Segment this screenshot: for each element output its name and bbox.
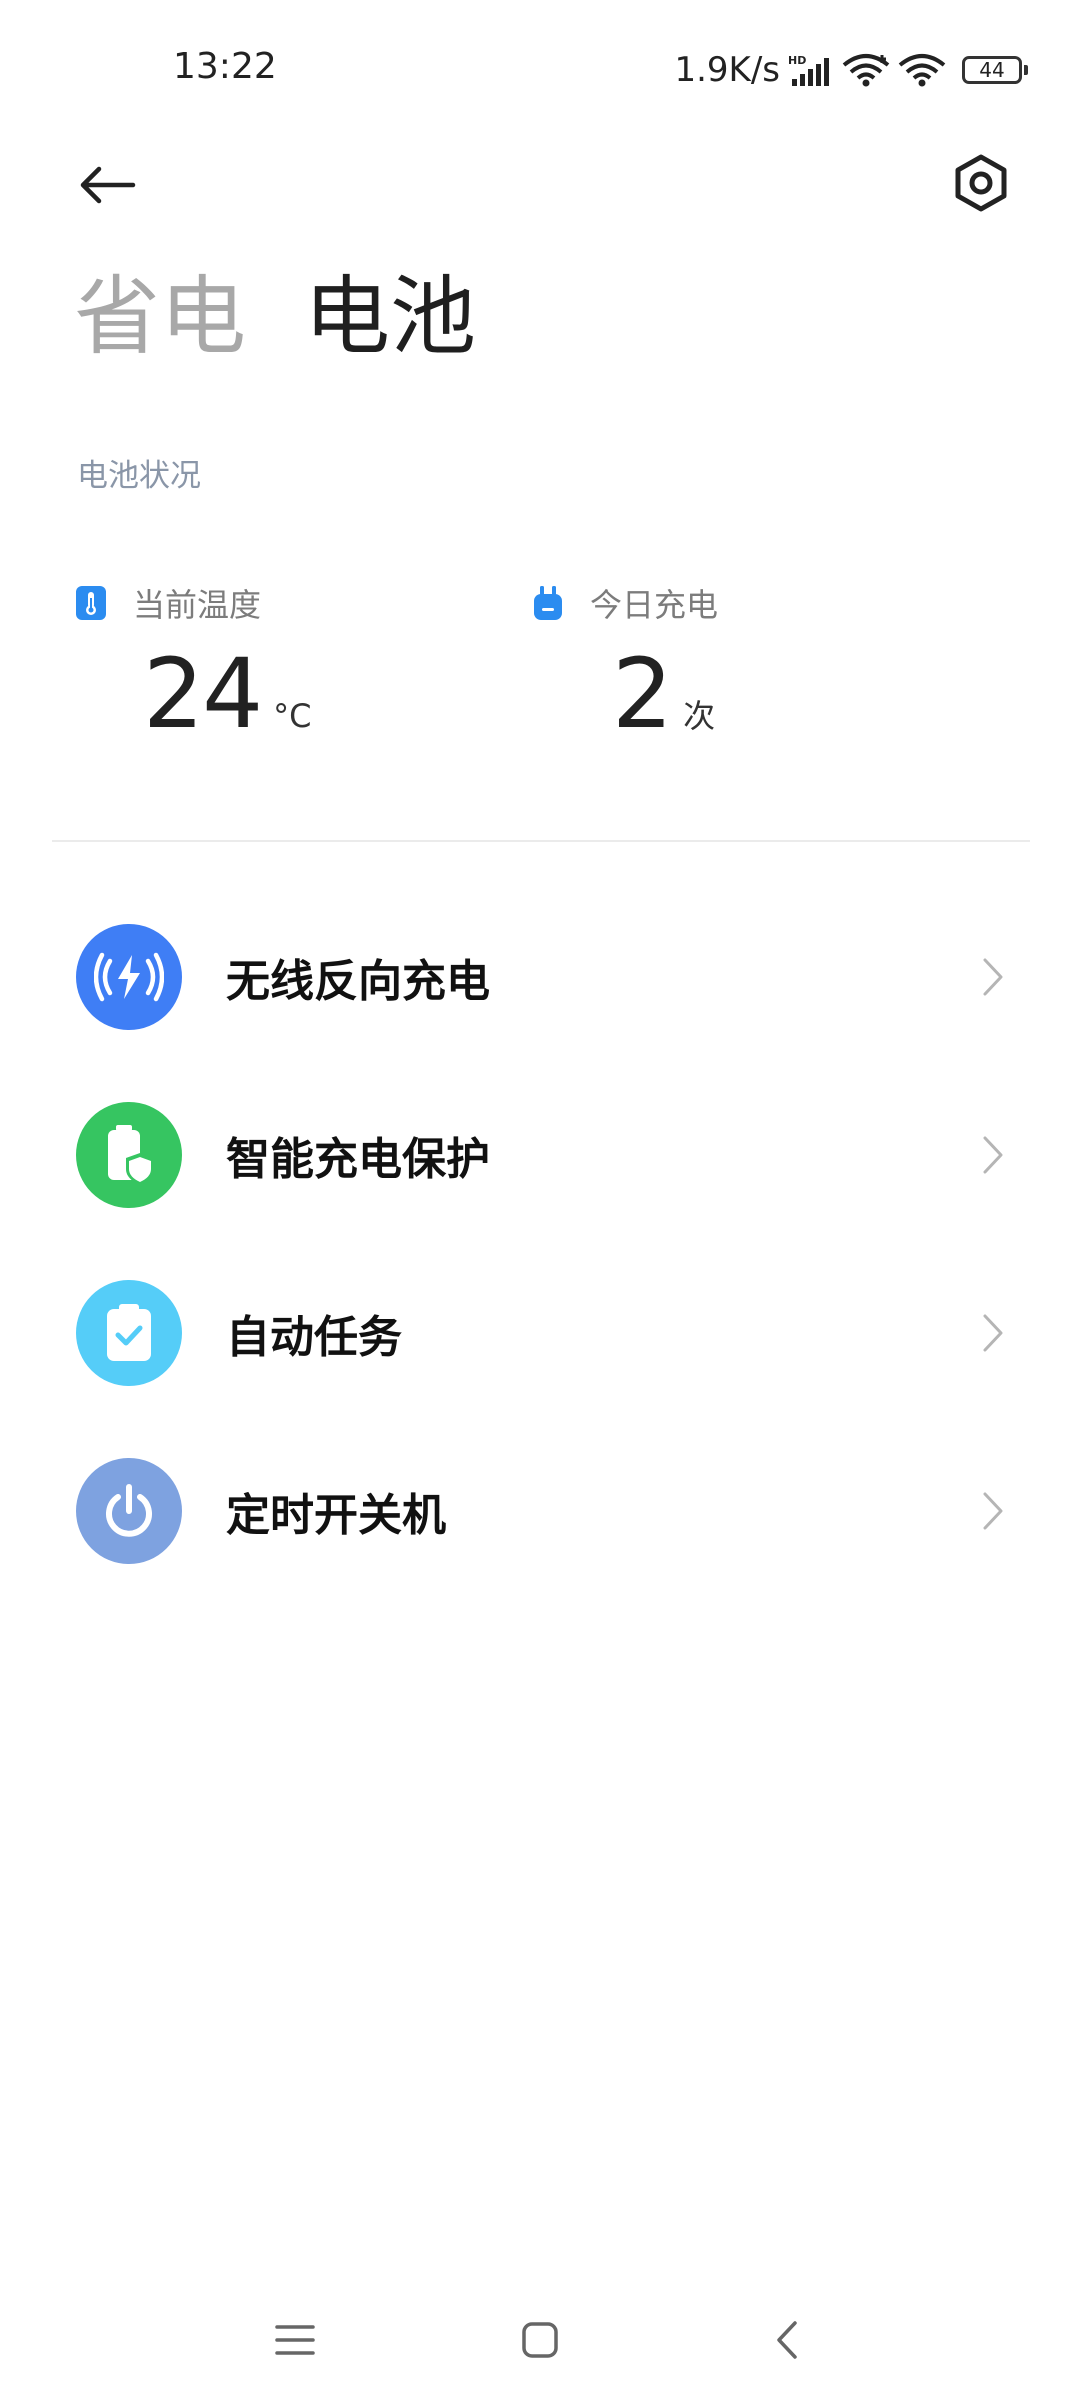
- status-time: 13:22: [173, 46, 277, 87]
- charges-today-label: 今日充电: [590, 586, 719, 624]
- charges-today-value: 2: [612, 638, 673, 750]
- status-icons: 1.9K/s HD 44: [674, 50, 1028, 90]
- battery-level: 44: [979, 58, 1005, 82]
- battery-status-label: 电池状况: [77, 458, 201, 494]
- tab-battery[interactable]: 电池: [304, 274, 476, 360]
- status-bar: 13:22 1.9K/s HD 44: [0, 0, 1080, 144]
- divider: [52, 840, 1030, 842]
- home-square-icon: [522, 2322, 558, 2358]
- arrow-left-icon: [80, 166, 136, 204]
- hexagon-gear-icon: [955, 154, 1007, 212]
- battery-icon: 44: [962, 56, 1028, 84]
- wifi-icon: [842, 53, 890, 87]
- temperature-value: 24: [143, 638, 263, 750]
- chevron-right-icon: [978, 1311, 1008, 1355]
- chevron-right-icon: [978, 1133, 1008, 1177]
- navigation-bar: [0, 2280, 1080, 2400]
- back-chevron-icon: [777, 2321, 797, 2359]
- menu-item-scheduled-power[interactable]: 定时开关机: [0, 1422, 1080, 1600]
- cellular-signal-icon: HD: [788, 53, 834, 87]
- settings-button[interactable]: [944, 146, 1018, 220]
- menu-label: 自动任务: [226, 1312, 402, 1363]
- plug-icon: [532, 586, 564, 620]
- temperature-stat: 当前温度 24 °C: [75, 580, 312, 742]
- home-button[interactable]: [510, 2310, 570, 2370]
- temperature-unit: °C: [273, 697, 312, 735]
- chevron-right-icon: [978, 955, 1008, 999]
- back-nav-button[interactable]: [757, 2310, 817, 2370]
- wireless-charging-icon: [76, 924, 182, 1030]
- menu-label: 无线反向充电: [226, 956, 490, 1007]
- tab-power-saving[interactable]: 省电: [74, 274, 246, 360]
- clipboard-check-icon: [76, 1280, 182, 1386]
- menu-item-wireless-reverse-charging[interactable]: 无线反向充电: [0, 888, 1080, 1066]
- power-icon: [76, 1458, 182, 1564]
- back-button[interactable]: [72, 150, 142, 220]
- wifi-secondary-icon: [898, 53, 946, 87]
- menu-label: 智能充电保护: [226, 1134, 490, 1185]
- recent-apps-button[interactable]: [265, 2310, 325, 2370]
- network-speed: 1.9K/s: [674, 50, 780, 90]
- charges-today-stat: 今日充电 2 次: [532, 580, 718, 742]
- menu-item-auto-tasks[interactable]: 自动任务: [0, 1244, 1080, 1422]
- temperature-label: 当前温度: [133, 586, 262, 624]
- battery-shield-icon: [76, 1102, 182, 1208]
- menu-label: 定时开关机: [226, 1490, 446, 1541]
- mode-tabs: 省电 电池: [74, 274, 476, 360]
- thermometer-icon: [75, 586, 107, 620]
- feature-list: 无线反向充电 智能充电保护 自动任务 定时开关机: [0, 888, 1080, 1600]
- menu-icon: [275, 2325, 315, 2355]
- hd-label: HD: [788, 54, 806, 67]
- chevron-right-icon: [978, 1489, 1008, 1533]
- menu-item-smart-charging-protection[interactable]: 智能充电保护: [0, 1066, 1080, 1244]
- charges-today-unit: 次: [683, 697, 716, 735]
